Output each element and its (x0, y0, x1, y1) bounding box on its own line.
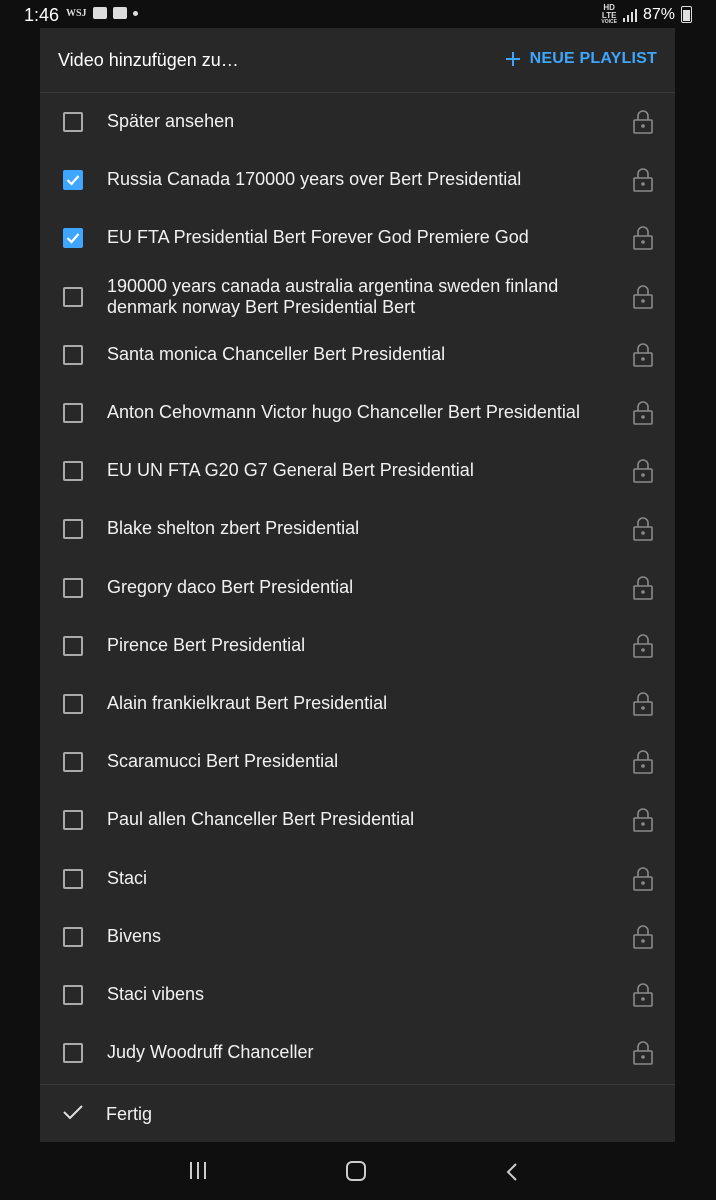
playlist-name: Später ansehen (107, 111, 235, 131)
checkbox-unchecked[interactable] (63, 926, 83, 947)
playlist-row[interactable]: Alain frankielkraut Bert Presidential (40, 675, 675, 733)
playlist-name: Blake shelton zbert Presidential (107, 518, 360, 539)
playlist-name: EU UN FTA G20 G7 General Bert Presidenti… (107, 460, 474, 481)
done-label: Fertig (106, 1104, 153, 1124)
playlist-row[interactable]: Paul allen Chanceller Bert Presidential (40, 791, 675, 849)
playlist-name: Anton Cehovmann Victor hugo Chanceller B… (107, 402, 580, 422)
playlist-row[interactable]: EU UN FTA G20 G7 General Bert Presidenti… (40, 442, 675, 500)
voice-label: VOICE (601, 19, 617, 25)
checkbox-unchecked[interactable] (63, 461, 83, 482)
playlist-name: Paul allen Chanceller Bert Presidential (107, 809, 415, 830)
checkmark-icon (63, 1105, 83, 1120)
checkbox-unchecked[interactable] (63, 694, 83, 714)
message-notification-icon (112, 7, 127, 19)
back-icon[interactable] (505, 1162, 519, 1182)
battery-percent: 87% (642, 5, 675, 23)
status-time: 1:46 (24, 5, 60, 25)
more-notifications-dot-icon (132, 10, 138, 16)
playlist-name: Staci (107, 867, 148, 888)
playlist-name: Staci vibens (107, 984, 205, 1004)
outlook-notification-icon (92, 7, 107, 19)
checkbox-unchecked[interactable] (63, 286, 83, 307)
notification-icons: WSJ (66, 7, 138, 19)
checkbox-unchecked[interactable] (63, 752, 83, 773)
playlist-row[interactable]: Später ansehen (40, 93, 675, 151)
playlist-row[interactable]: Gregory daco Bert Presidential (40, 559, 675, 617)
dialog-header: Video hinzufügen zu… NEUE PLAYLIST (40, 28, 675, 92)
status-bar: 1:46 WSJ HD LTE VOICE 87% (0, 0, 716, 30)
playlist-name: EU FTA Presidential Bert Forever God Pre… (107, 227, 529, 248)
lock-icon (633, 808, 653, 833)
playlist-row[interactable]: Scaramucci Bert Presidential (40, 733, 675, 791)
playlist-row[interactable]: EU FTA Presidential Bert Forever God Pre… (40, 209, 675, 267)
new-playlist-label: NEUE PLAYLIST (529, 50, 657, 67)
playlist-row[interactable]: Anton Cehovmann Victor hugo Chanceller B… (40, 384, 675, 442)
checkbox-unchecked[interactable] (63, 577, 83, 598)
playlist-name: Santa monica Chanceller Bert Presidentia… (107, 343, 446, 364)
playlist-row[interactable]: Judy Woodruff Chanceller (40, 1024, 675, 1082)
playlist-row[interactable]: Bivens (40, 908, 675, 966)
done-button[interactable]: Fertig (40, 1085, 675, 1142)
checkbox-unchecked[interactable] (63, 810, 83, 831)
checkbox-unchecked[interactable] (63, 985, 83, 1005)
lock-icon (633, 692, 653, 716)
playlist-name: Pirence Bert Presidential (107, 634, 306, 655)
navigation-bar (0, 1142, 716, 1200)
checkbox-unchecked[interactable] (63, 403, 83, 423)
lock-icon (633, 168, 653, 192)
lock-icon (633, 343, 653, 367)
add-to-playlist-dialog: Video hinzufügen zu… NEUE PLAYLIST Späte… (40, 28, 675, 1142)
checkbox-unchecked[interactable] (63, 1043, 83, 1064)
playlist-name: 190000 years canada australia argentina … (107, 275, 559, 317)
playlist-row[interactable]: 190000 years canada australia argentina … (40, 268, 675, 326)
lock-icon (633, 575, 653, 600)
playlist-name: Russia Canada 170000 years over Bert Pre… (107, 169, 522, 190)
playlist-row[interactable]: Russia Canada 170000 years over Bert Pre… (40, 151, 675, 209)
checkbox-checked[interactable] (63, 170, 83, 191)
checkbox-unchecked[interactable] (63, 635, 83, 656)
playlist-row[interactable]: Santa monica Chanceller Bert Presidentia… (40, 326, 675, 384)
dialog-title: Video hinzufügen zu… (58, 50, 239, 70)
lock-icon (633, 750, 653, 774)
playlist-row[interactable]: Pirence Bert Presidential (40, 617, 675, 675)
lock-icon (633, 517, 653, 542)
lock-icon (633, 925, 653, 949)
lock-icon (633, 284, 653, 309)
checkbox-unchecked[interactable] (63, 868, 83, 889)
playlist-name: Gregory daco Bert Presidential (107, 576, 354, 597)
lock-icon (633, 110, 653, 134)
checkbox-checked[interactable] (63, 228, 83, 249)
lock-icon (633, 866, 653, 891)
lock-icon (633, 401, 653, 425)
lock-icon (633, 634, 653, 658)
checkbox-unchecked[interactable] (63, 519, 83, 540)
lock-icon (633, 226, 653, 251)
checkbox-unchecked[interactable] (63, 344, 83, 365)
plus-icon (505, 52, 520, 66)
system-icons: HD LTE VOICE 87% (601, 4, 692, 25)
checkbox-unchecked[interactable] (63, 112, 83, 132)
battery-icon (681, 6, 692, 23)
playlist-name: Bivens (107, 925, 162, 946)
home-icon[interactable] (346, 1161, 366, 1181)
playlist-name: Judy Woodruff Chanceller (107, 1042, 314, 1063)
hd-voice-lte-icon: HD LTE VOICE (601, 4, 617, 25)
playlist-row[interactable]: Staci vibens (40, 966, 675, 1024)
playlist-row[interactable]: Blake shelton zbert Presidential (40, 500, 675, 558)
playlist-row[interactable]: Staci (40, 850, 675, 908)
recent-apps-icon[interactable] (190, 1162, 206, 1179)
lock-icon (633, 983, 653, 1007)
new-playlist-button[interactable]: NEUE PLAYLIST (505, 50, 657, 68)
wsj-notification-icon: WSJ (66, 7, 87, 19)
playlist-name: Scaramucci Bert Presidential (107, 751, 339, 772)
lock-icon (633, 459, 653, 483)
signal-strength-icon (622, 8, 637, 22)
playlist-name: Alain frankielkraut Bert Presidential (107, 693, 388, 713)
lock-icon (633, 1041, 653, 1065)
